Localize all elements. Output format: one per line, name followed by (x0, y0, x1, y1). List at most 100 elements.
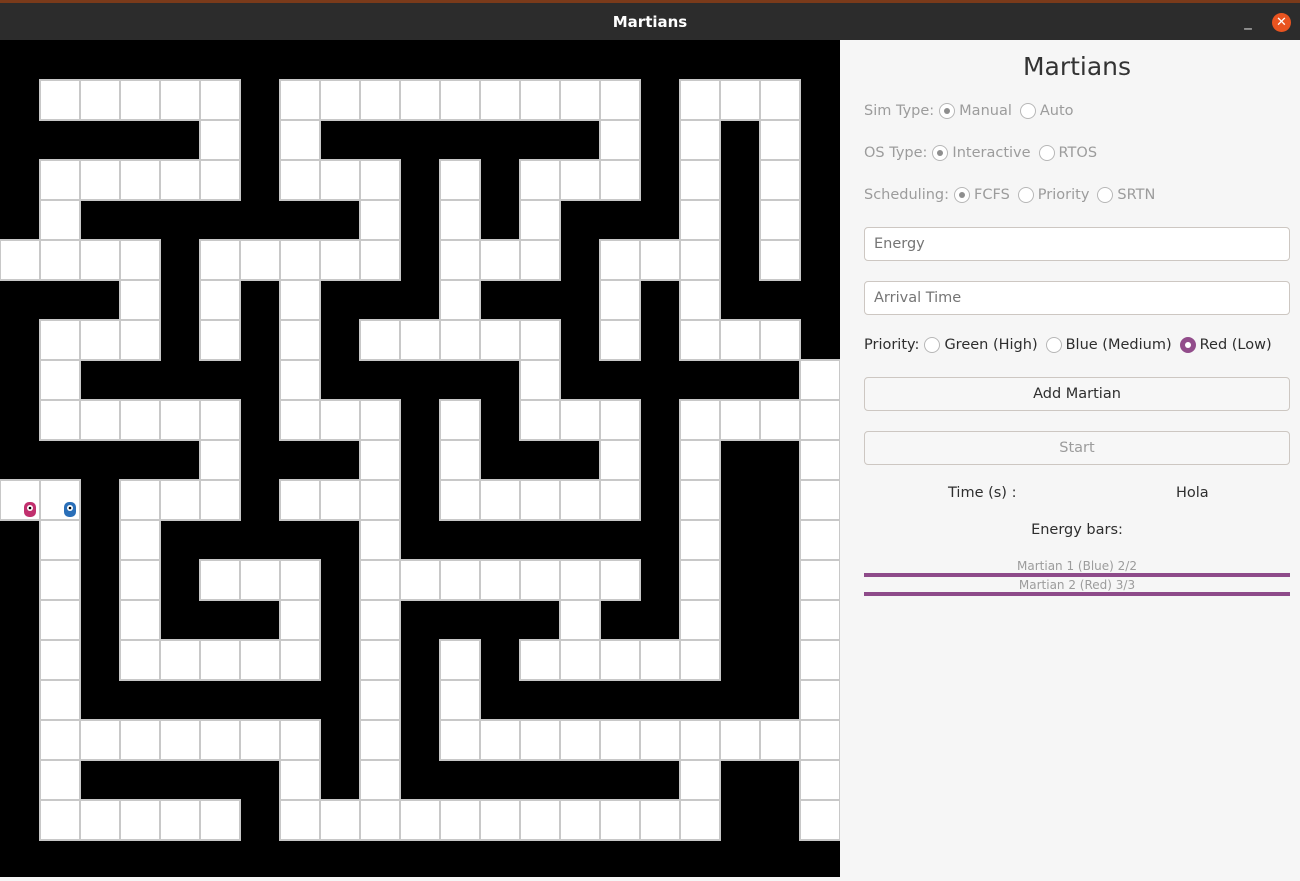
maze-path-cell (279, 279, 321, 321)
maze-path-cell (279, 119, 321, 161)
maze-path-cell (679, 599, 721, 641)
maze-path-cell (559, 159, 601, 201)
scheduling-fcfs-label[interactable]: FCFS (974, 187, 1010, 203)
os-type-rtos-radio[interactable] (1038, 145, 1055, 161)
maze-path-cell (559, 799, 601, 841)
maze-path-cell (519, 479, 561, 521)
maze-path-cell (439, 159, 481, 201)
maze-path-cell (639, 239, 681, 281)
maze-path-cell (759, 159, 801, 201)
maze-path-cell (79, 239, 121, 281)
maze-path-cell (479, 799, 521, 841)
maze-path-cell (279, 599, 321, 641)
sim-type-manual-radio[interactable] (939, 103, 956, 119)
os-type-interactive-label[interactable]: Interactive (952, 145, 1030, 161)
minimize-icon[interactable]: _ (1238, 11, 1258, 31)
maze-path-cell (759, 399, 801, 441)
time-value: Hola (1176, 485, 1209, 501)
maze-path-cell (679, 519, 721, 561)
maze-path-cell (439, 399, 481, 441)
maze-path-cell (479, 239, 521, 281)
maze-path-cell (39, 399, 81, 441)
maze-path-cell (119, 319, 161, 361)
maze-path-cell (439, 79, 481, 121)
maze-path-cell (439, 239, 481, 281)
maze-path-cell (719, 719, 761, 761)
maze-path-cell (79, 399, 121, 441)
start-button[interactable]: Start (864, 431, 1290, 465)
energy-bars-label: Energy bars: (1031, 522, 1123, 538)
sim-type-auto-radio[interactable] (1019, 103, 1036, 119)
maze-path-cell (439, 639, 481, 681)
maze-path-cell (159, 399, 201, 441)
maze-path-cell (679, 159, 721, 201)
maze-path-cell (679, 439, 721, 481)
maze-path-cell (79, 319, 121, 361)
maze-path-cell (359, 239, 401, 281)
priority-blue-label[interactable]: Blue (Medium) (1066, 337, 1172, 353)
priority-red-radio[interactable] (1179, 337, 1196, 353)
maze-path-cell (799, 639, 841, 681)
maze-path-cell (599, 399, 641, 441)
maze-path-cell (799, 479, 841, 521)
maze-path-cell (359, 639, 401, 681)
maze-path-cell (159, 799, 201, 841)
maze-path-cell (359, 479, 401, 521)
maze-path-cell (199, 559, 241, 601)
window-title: Martians (612, 13, 688, 31)
maze-path-cell (359, 519, 401, 561)
arrival-time-input[interactable] (864, 281, 1290, 315)
maze-path-cell (719, 399, 761, 441)
maze-path-cell (359, 399, 401, 441)
maze-path-cell (159, 159, 201, 201)
maze-path-cell (239, 239, 281, 281)
maze-path-cell (439, 799, 481, 841)
priority-green-label[interactable]: Green (High) (944, 337, 1037, 353)
maze-path-cell (639, 719, 681, 761)
sim-type-auto-label[interactable]: Auto (1040, 103, 1074, 119)
scheduling-srtn-radio[interactable] (1097, 187, 1114, 203)
maze-path-cell (39, 519, 81, 561)
energy-input[interactable] (864, 227, 1290, 261)
maze-path-cell (479, 559, 521, 601)
priority-label: Priority: (864, 337, 920, 353)
maze-path-cell (319, 479, 361, 521)
maze-path-cell (759, 319, 801, 361)
maze-path-cell (119, 239, 161, 281)
maze-path-cell (119, 159, 161, 201)
maze-path-cell (599, 479, 641, 521)
os-type-row: OS Type: Interactive RTOS (864, 145, 1097, 161)
maze-path-cell (159, 639, 201, 681)
maze-path-cell (519, 199, 561, 241)
scheduling-srtn-label[interactable]: SRTN (1117, 187, 1155, 203)
priority-green-radio[interactable] (924, 337, 941, 353)
scheduling-priority-radio[interactable] (1017, 187, 1034, 203)
os-type-rtos-label[interactable]: RTOS (1059, 145, 1098, 161)
maze-path-cell (39, 679, 81, 721)
maze-path-cell (439, 559, 481, 601)
maze-path-cell (599, 119, 641, 161)
priority-blue-radio[interactable] (1045, 337, 1062, 353)
maze-path-cell (239, 719, 281, 761)
sim-type-row: Sim Type: Manual Auto (864, 103, 1074, 119)
maze-path-cell (79, 799, 121, 841)
scheduling-fcfs-radio[interactable] (954, 187, 971, 203)
maze-path-cell (279, 359, 321, 401)
maze-path-cell (279, 559, 321, 601)
priority-red-label[interactable]: Red (Low) (1200, 337, 1272, 353)
close-icon[interactable]: ✕ (1272, 13, 1291, 32)
maze-path-cell (519, 319, 561, 361)
os-type-interactive-radio[interactable] (932, 145, 949, 161)
sim-type-manual-label[interactable]: Manual (959, 103, 1012, 119)
add-martian-button[interactable]: Add Martian (864, 377, 1290, 411)
maze-path-cell (119, 599, 161, 641)
maze-path-cell (79, 159, 121, 201)
maze-path-cell (679, 639, 721, 681)
maze-path-cell (119, 799, 161, 841)
scheduling-priority-label[interactable]: Priority (1038, 187, 1090, 203)
maze-path-cell (39, 199, 81, 241)
maze-path-cell (159, 719, 201, 761)
maze-path-cell (599, 719, 641, 761)
maze-path-cell (559, 399, 601, 441)
maze-path-cell (759, 239, 801, 281)
